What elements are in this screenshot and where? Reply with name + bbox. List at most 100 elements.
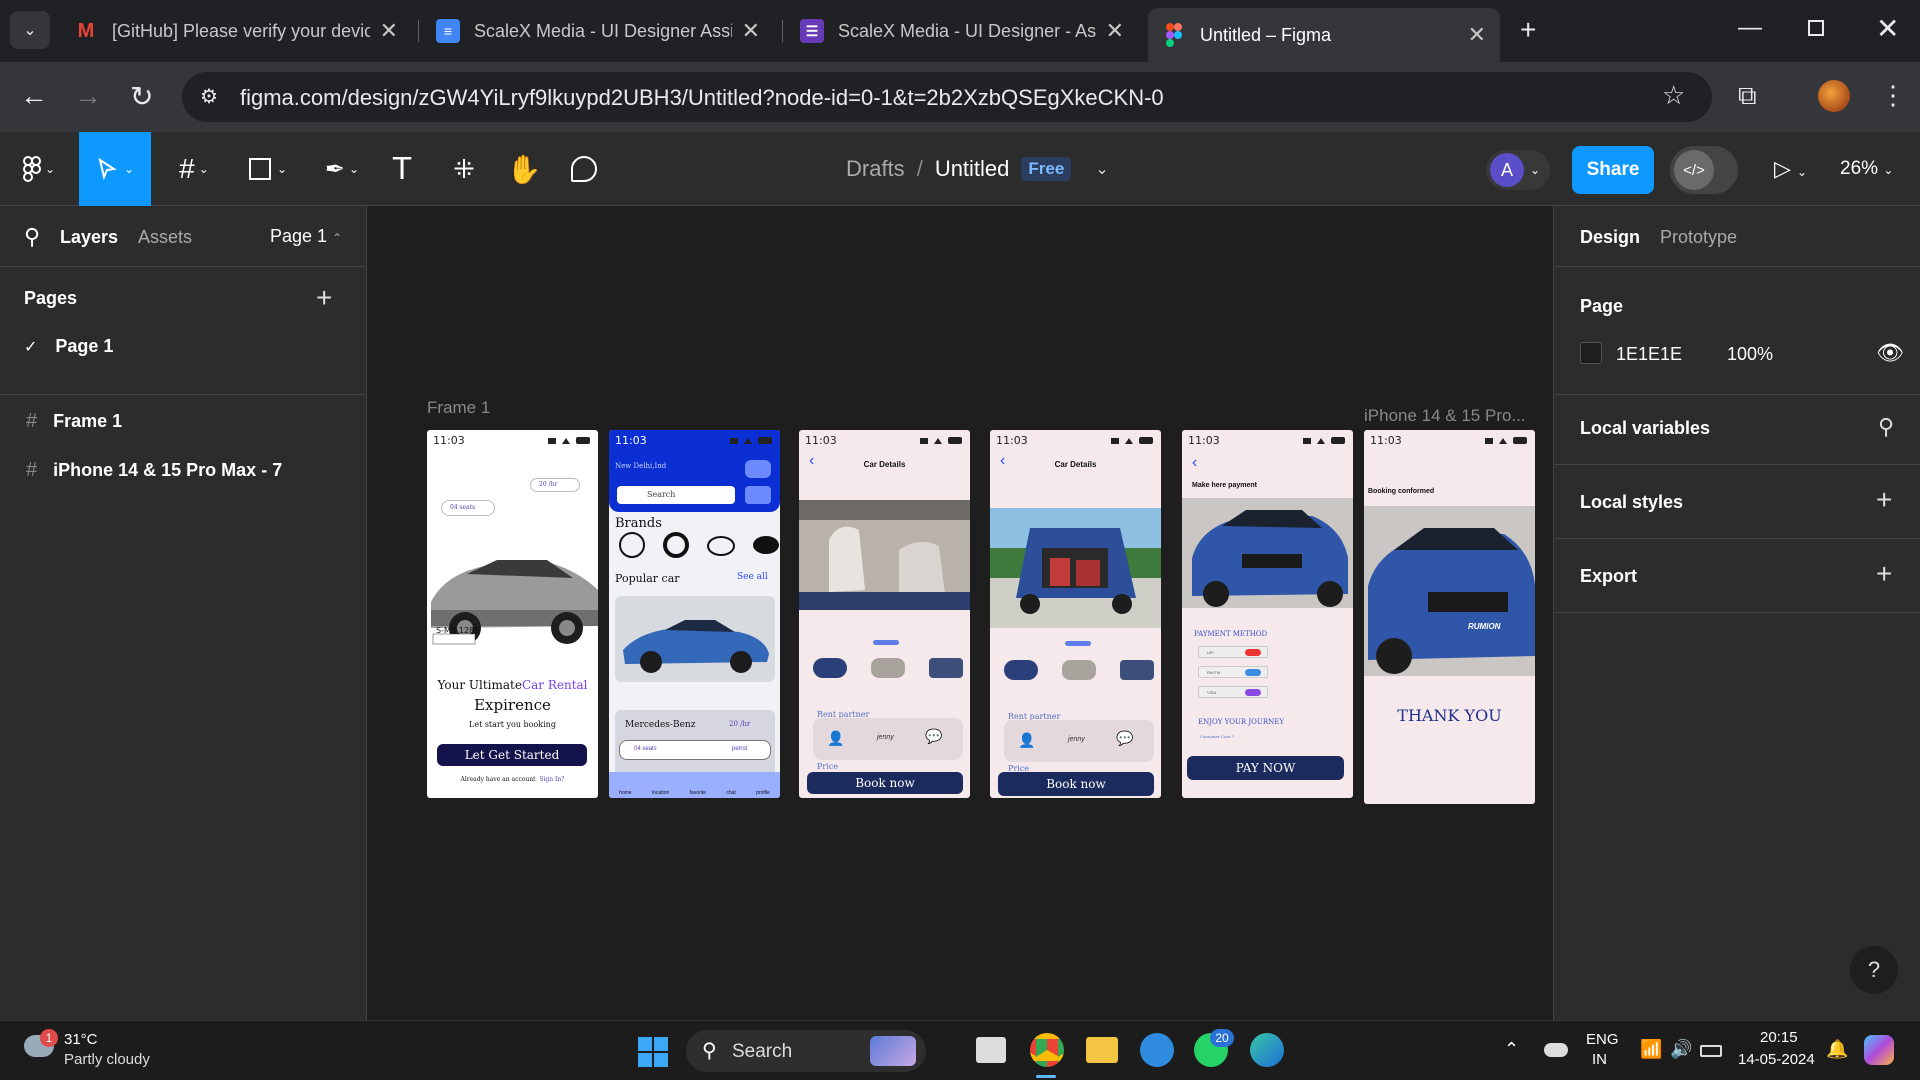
chevron-up-icon[interactable]: ⌃ [1504, 1039, 1519, 1060]
payment-option-upi[interactable]: UPI [1198, 646, 1268, 658]
tab-forms[interactable]: ☰ ScaleX Media - UI Designer - Assig ✕ [786, 8, 1138, 54]
wifi-icon[interactable]: 📶 [1640, 1039, 1662, 1060]
book-now-button[interactable]: Book now [998, 772, 1154, 796]
screen-landing[interactable]: 11:03 20 /hr 04 seats S-MB 1286 Your Ult… [427, 430, 598, 798]
pay-now-button[interactable]: PAY NOW [1187, 756, 1344, 780]
car-card[interactable]: Mercedes-Benz 20 /hr 04 seats petrol [615, 710, 775, 776]
eye-icon[interactable]: 👁 [1876, 340, 1904, 366]
move-tool-button[interactable]: ⌄ [79, 132, 151, 206]
hand-tool-button[interactable]: ✋ [506, 132, 542, 206]
page-opacity-value[interactable]: 100% [1727, 344, 1773, 365]
tab-search-button[interactable]: ⌄ [10, 11, 50, 49]
profile-avatar[interactable] [1818, 80, 1850, 112]
filter-button[interactable] [745, 486, 771, 504]
notification-bell-icon[interactable]: 🔔 [1826, 1039, 1848, 1060]
frame-tool-button[interactable]: # ⌄ [168, 132, 220, 206]
language-bottom[interactable]: IN [1592, 1051, 1607, 1068]
chevron-down-icon[interactable]: ⌄ [1095, 159, 1108, 179]
nav-home[interactable]: home [619, 790, 632, 796]
layer-item[interactable]: # Frame 1 [26, 410, 122, 433]
bookmark-star-icon[interactable]: ☆ [1662, 80, 1685, 111]
tab-prototype[interactable]: Prototype [1660, 227, 1737, 248]
nav-location[interactable]: location [652, 790, 669, 796]
variables-icon[interactable]: ⚲ [1878, 414, 1894, 440]
dev-mode-toggle[interactable]: </> [1670, 146, 1738, 194]
frame-label[interactable]: iPhone 14 & 15 Pro... [1364, 406, 1526, 426]
tab-docs[interactable]: ≡ ScaleX Media - UI Designer Assign ✕ [422, 8, 774, 54]
screen-payment[interactable]: 11:03 ‹ Make here payment PAYMENT METHOD… [1182, 430, 1353, 798]
battery-icon[interactable] [1700, 1045, 1722, 1057]
thumbnail[interactable] [1062, 660, 1096, 680]
add-page-icon[interactable]: + [316, 282, 332, 314]
weather-widget[interactable]: 1 31°C Partly cloudy [20, 1029, 200, 1073]
add-export-icon[interactable]: + [1876, 558, 1892, 590]
payment-option-visa[interactable]: VISA [1198, 686, 1268, 698]
main-menu-button[interactable]: ⌄ [14, 132, 64, 206]
screen-car-details-2[interactable]: 11:03 ‹ Car Details Rent partner 👤 jenny… [990, 430, 1161, 798]
screen-thank-you[interactable]: 11:03 Booking conformed RUMION THANK YOU [1364, 430, 1535, 804]
page-color-value[interactable]: 1E1E1E [1616, 344, 1682, 365]
comment-tool-button[interactable] [566, 132, 602, 206]
extensions-icon[interactable]: ⧉ [1738, 80, 1757, 112]
add-style-icon[interactable]: + [1876, 484, 1892, 516]
help-button[interactable]: ? [1850, 946, 1898, 994]
thumbnail[interactable] [929, 658, 963, 678]
clock-date[interactable]: 14-05-2024 [1738, 1051, 1815, 1068]
back-icon[interactable]: ‹ [1192, 454, 1197, 472]
thumbnail[interactable] [813, 658, 847, 678]
local-variables-heading[interactable]: Local variables [1580, 418, 1710, 439]
thumbnail[interactable] [1120, 660, 1154, 680]
edge-icon[interactable] [1250, 1033, 1284, 1067]
new-tab-button[interactable]: + [1520, 14, 1536, 46]
close-icon[interactable]: ✕ [742, 18, 760, 44]
toggle[interactable] [1245, 669, 1261, 676]
forward-icon[interactable]: → [74, 80, 102, 112]
pen-tool-button[interactable]: ✒ ⌄ [316, 132, 368, 206]
customer-care-link[interactable]: Customer Care ? [1200, 734, 1234, 739]
text-tool-button[interactable]: T [384, 132, 420, 206]
bmw-logo-icon[interactable] [663, 532, 689, 558]
chat-icon[interactable]: 💬 [925, 728, 942, 745]
screen-car-details-1[interactable]: 11:03 ‹ Car Details Rent partner 👤 jenny… [799, 430, 970, 798]
page-item[interactable]: ✓ Page 1 [24, 336, 113, 357]
breadcrumb-drafts[interactable]: Drafts [846, 156, 905, 182]
signin-link[interactable]: Sign In? [539, 776, 564, 783]
file-name[interactable]: Untitled [935, 156, 1010, 182]
copilot-icon[interactable] [1864, 1035, 1894, 1065]
more-menu-icon[interactable]: ⋮ [1880, 80, 1906, 111]
back-icon[interactable]: ← [20, 80, 48, 112]
search-input[interactable]: Search [617, 486, 735, 504]
clock-time[interactable]: 20:15 [1760, 1029, 1798, 1046]
present-button[interactable]: ▷ ⌄ [1774, 156, 1807, 182]
language-top[interactable]: ENG [1586, 1031, 1619, 1048]
tata-logo-icon[interactable] [753, 536, 779, 554]
thumbnail[interactable] [871, 658, 905, 678]
thumbnail[interactable] [1004, 660, 1038, 680]
close-icon[interactable]: ✕ [1106, 18, 1124, 44]
local-styles-heading[interactable]: Local styles [1580, 492, 1683, 513]
multiplayer-avatar[interactable]: A ⌄ [1486, 150, 1550, 190]
tab-assets[interactable]: Assets [138, 227, 192, 248]
file-explorer-icon[interactable] [1086, 1037, 1118, 1063]
reload-icon[interactable]: ↻ [130, 80, 153, 113]
start-button[interactable] [638, 1037, 668, 1067]
export-heading[interactable]: Export [1580, 566, 1637, 587]
tab-layers[interactable]: Layers [60, 227, 118, 248]
shape-tool-button[interactable]: ⌄ [242, 132, 294, 206]
screen-home[interactable]: 11:03 New Delhi,Ind Search Brands Popula… [609, 430, 780, 798]
zoom-menu[interactable]: 26% ⌄ [1840, 158, 1893, 180]
resources-button[interactable]: ⁜ [446, 132, 482, 206]
share-button[interactable]: Share [1572, 146, 1654, 194]
toggle[interactable] [1245, 689, 1261, 696]
toyota-logo-icon[interactable] [707, 536, 735, 556]
minimize-button[interactable]: — [1738, 14, 1762, 42]
chat-icon[interactable]: 💬 [1116, 730, 1133, 747]
nav-favorite[interactable]: favorite [690, 790, 706, 796]
edge-dev-icon[interactable] [1140, 1033, 1174, 1067]
see-all-link[interactable]: See all [737, 572, 768, 582]
close-window-button[interactable]: ✕ [1876, 12, 1899, 45]
layer-item[interactable]: # iPhone 14 & 15 Pro Max - 7 [26, 459, 282, 482]
nav-chat[interactable]: chat [726, 790, 735, 796]
book-now-button[interactable]: Book now [807, 772, 963, 794]
nav-profile[interactable]: profile [756, 790, 770, 796]
